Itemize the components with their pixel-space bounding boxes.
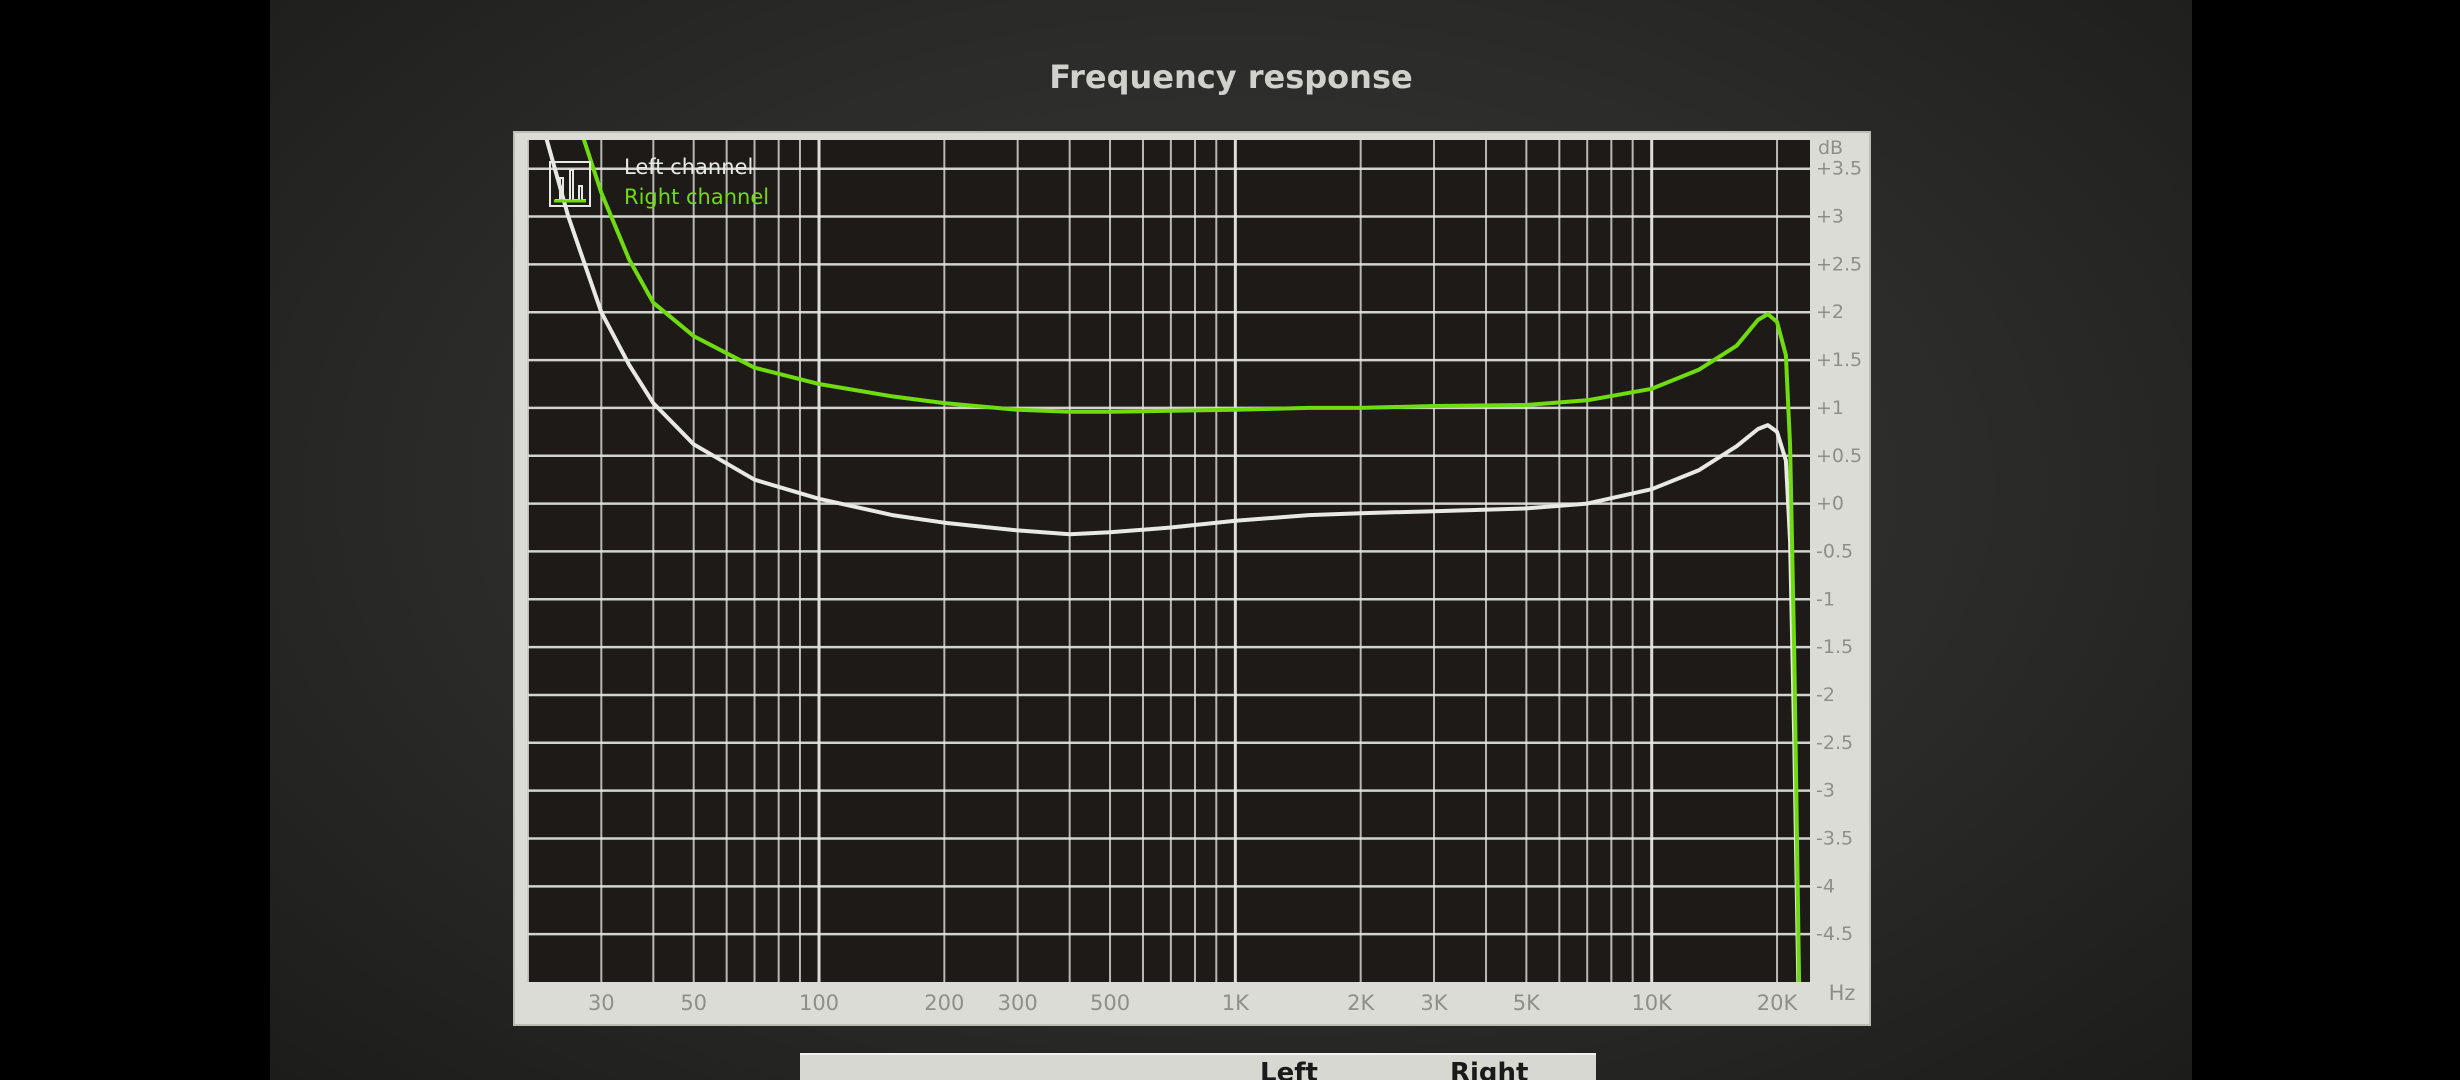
- y-tick-label: -1.5: [1816, 636, 1853, 658]
- y-tick-label: +3: [1816, 206, 1844, 228]
- legend-entry-right-channel: Right channel: [624, 185, 769, 209]
- results-table-header: Left Right: [800, 1053, 1596, 1080]
- y-tick-label: +0: [1816, 493, 1844, 515]
- x-tick-label: 200: [924, 991, 964, 1015]
- x-tick-label: 5K: [1513, 991, 1541, 1015]
- y-tick-label: -3: [1816, 780, 1835, 802]
- y-tick-label: +2: [1816, 301, 1844, 323]
- y-tick-label: -1: [1816, 588, 1835, 610]
- x-unit-label: Hz: [1829, 981, 1856, 1005]
- x-tick-label: 10K: [1631, 991, 1673, 1015]
- x-tick-label: 3K: [1420, 991, 1448, 1015]
- x-tick-label: 100: [799, 991, 839, 1015]
- y-tick-label: -2: [1816, 684, 1835, 706]
- y-tick-label: +1.5: [1816, 349, 1862, 371]
- monitor-screen: Frequency response 30 50 100 200 300 500 1K 2K 3…: [270, 0, 2192, 1080]
- y-tick-label: +3.5: [1816, 158, 1862, 180]
- x-tick-label: 2K: [1347, 991, 1375, 1015]
- plot-area: [528, 140, 1810, 982]
- x-tick-label: 500: [1090, 991, 1130, 1015]
- y-tick-label: -4.5: [1816, 923, 1853, 945]
- y-tick-label: -4: [1816, 875, 1835, 897]
- x-tick-label: 1K: [1222, 991, 1250, 1015]
- legend-entry-left-channel: Left channel: [624, 155, 753, 179]
- x-tick-label: 30: [588, 991, 615, 1015]
- column-header-left: Left: [1260, 1058, 1318, 1080]
- column-header-right: Right: [1450, 1058, 1529, 1080]
- y-tick-label: -3.5: [1816, 827, 1853, 849]
- x-tick-label: 300: [998, 991, 1038, 1015]
- frequency-response-chart: 30 50 100 200 300 500 1K 2K 3K 5K 10K 20K Hz dB+3.5 +3…: [513, 131, 1871, 1026]
- y-unit-label: dB: [1818, 137, 1843, 159]
- y-tick-label: +1: [1816, 397, 1844, 419]
- x-tick-label: 20K: [1757, 991, 1799, 1015]
- y-tick-label: +2.5: [1816, 253, 1862, 275]
- y-tick-label: -0.5: [1816, 540, 1853, 562]
- x-tick-label: 50: [680, 991, 707, 1015]
- y-tick-label: +0.5: [1816, 445, 1862, 467]
- y-tick-label: -2.5: [1816, 732, 1853, 754]
